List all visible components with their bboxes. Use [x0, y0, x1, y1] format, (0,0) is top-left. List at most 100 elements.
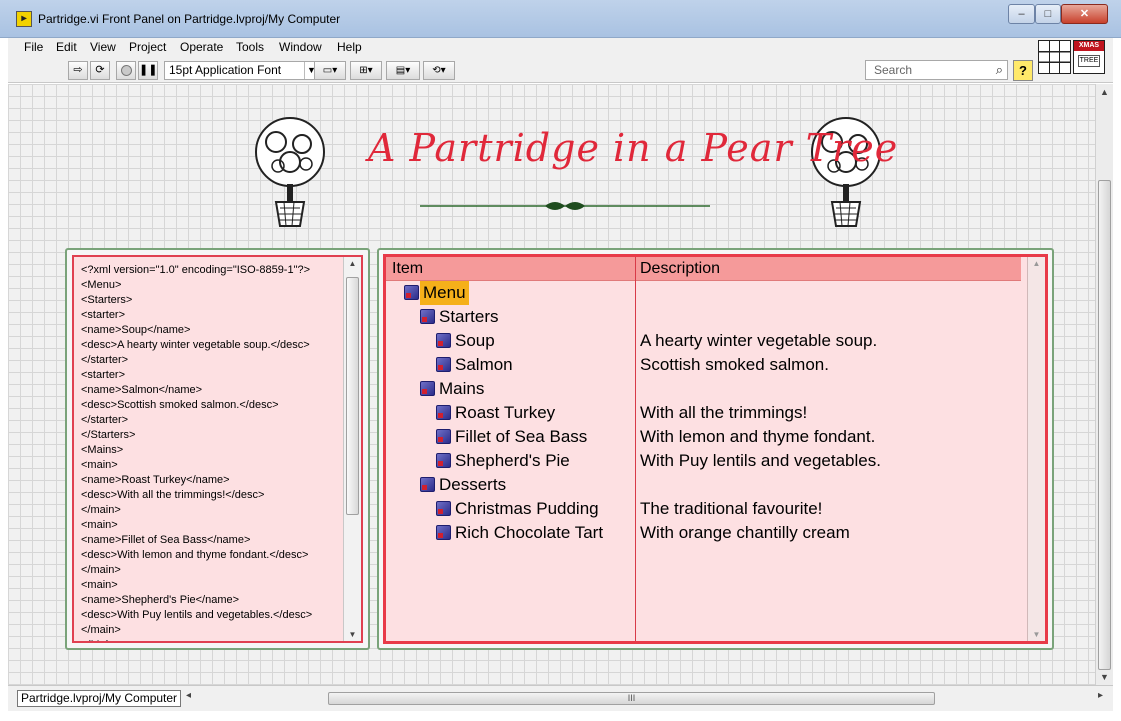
xml-line: <?xml version="1.0" encoding="ISO-8859-1…	[81, 264, 311, 276]
xml-line: <desc>With Puy lentils and vegetables.</…	[81, 609, 313, 621]
tree-item-label[interactable]: Shepherd's Pie	[452, 449, 573, 473]
tree-header: Item Description	[386, 257, 1021, 281]
tree-item-description: A hearty winter vegetable soup.	[640, 331, 878, 350]
tree-item-description: Scottish smoked salmon.	[640, 355, 829, 374]
tree-item-label[interactable]: Mains	[436, 377, 487, 401]
scroll-left-icon[interactable]: ◂	[186, 690, 191, 701]
font-select[interactable]: 15pt Application Font ▼	[164, 61, 319, 80]
tree-node-icon	[404, 285, 419, 300]
menu-view[interactable]: View	[87, 39, 119, 55]
tree-item-description: The traditional favourite!	[640, 499, 823, 518]
minimize-button[interactable]: –	[1008, 4, 1035, 24]
menu-window[interactable]: Window	[276, 39, 325, 55]
column-header-description[interactable]: Description	[640, 257, 720, 280]
menu-edit[interactable]: Edit	[53, 39, 80, 55]
xml-line: <name>Fillet of Sea Bass</name>	[81, 534, 251, 546]
xml-line: </Mains>	[81, 638, 312, 641]
tree-row[interactable]: Rich Chocolate Tart With orange chantilly…	[386, 521, 1021, 545]
connector-pane-icon[interactable]	[1038, 40, 1071, 74]
tree-row[interactable]: Fillet of Sea Bass With lemon and thyme f…	[386, 425, 1021, 449]
align-objects-icon[interactable]: ▭▾	[314, 61, 346, 80]
tree-item-label[interactable]: Salmon	[452, 353, 516, 377]
tree-row[interactable]: Christmas Pudding The traditional favouri…	[386, 497, 1021, 521]
xml-line: <desc>A hearty winter vegetable soup.</d…	[81, 339, 310, 351]
tree-row[interactable]: Shepherd's Pie With Puy lentils and veget…	[386, 449, 1021, 473]
search-icon[interactable]: ⌕	[996, 61, 1003, 79]
tree-item-label[interactable]: Fillet of Sea Bass	[452, 425, 590, 449]
tree-scrollbar[interactable]: ▲ ▼	[1027, 257, 1045, 641]
title-bar: ▸ Partridge.vi Front Panel on Partridge.…	[0, 0, 1121, 38]
pause-icon[interactable]: ❚❚	[138, 61, 158, 80]
tree-row[interactable]: Salmon Scottish smoked salmon.	[386, 353, 1021, 377]
tree-row[interactable]: Menu	[386, 281, 1021, 305]
tree-row[interactable]: Soup A hearty winter vegetable soup.	[386, 329, 1021, 353]
vi-icon[interactable]: XMAS TREE	[1073, 40, 1105, 74]
xml-line: <Starters>	[81, 294, 133, 306]
tree-row[interactable]: Starters	[386, 305, 1021, 329]
xml-line: <main>	[81, 579, 118, 591]
tree-item-label[interactable]: Desserts	[436, 473, 509, 497]
scroll-down-icon[interactable]: ▼	[344, 630, 361, 639]
panel-horizontal-scrollbar[interactable]: ◂ III ▸	[186, 690, 1103, 707]
column-header-item[interactable]: Item	[392, 257, 423, 280]
close-button[interactable]: ✕	[1061, 4, 1108, 24]
scroll-down-icon[interactable]: ▼	[1096, 669, 1113, 685]
pear-tree-icon	[255, 117, 325, 227]
scroll-up-icon[interactable]: ▲	[1028, 259, 1045, 268]
distribute-objects-icon[interactable]: ⊞▾	[350, 61, 382, 80]
menu-tools[interactable]: Tools	[233, 39, 267, 55]
scroll-thumb[interactable]	[1098, 180, 1111, 670]
abort-icon[interactable]	[116, 61, 136, 80]
scroll-thumb[interactable]	[346, 277, 359, 515]
tree-item-label[interactable]: Roast Turkey	[452, 401, 558, 425]
front-panel: A Partridge in a Pear Tree <?xml version…	[8, 84, 1095, 685]
scroll-right-icon[interactable]: ▸	[1098, 690, 1103, 701]
tree-node-icon	[420, 477, 435, 492]
xml-line: </main>	[81, 504, 121, 516]
tree-item-label[interactable]: Soup	[452, 329, 498, 353]
tree-item-label[interactable]: Starters	[436, 305, 502, 329]
menu-file[interactable]: File	[21, 39, 46, 55]
xml-line: <desc>With all the trimmings!</desc>	[81, 489, 265, 501]
tree-node-icon	[436, 501, 451, 516]
flourish-divider	[420, 202, 710, 210]
run-continuously-icon[interactable]: ⟳	[90, 61, 110, 80]
run-arrow-icon[interactable]: ⇨	[68, 61, 88, 80]
tree-item-description: With all the trimmings!	[640, 403, 808, 422]
xml-string-text[interactable]: <?xml version="1.0" encoding="ISO-8859-1…	[81, 263, 313, 641]
project-context-label[interactable]: Partridge.lvproj/My Computer	[17, 690, 182, 707]
search-input[interactable]: Search ⌕	[865, 60, 1008, 80]
xml-line: </Starters>	[81, 429, 136, 441]
xml-line: <name>Salmon</name>	[81, 384, 203, 396]
scroll-up-icon[interactable]: ▲	[1096, 84, 1113, 100]
xml-line: <desc>With lemon and thyme fondant.</des…	[81, 549, 309, 561]
xml-line: </starter>	[81, 354, 129, 366]
page-title: A Partridge in a Pear Tree	[368, 126, 899, 170]
xml-line: <starter>	[81, 309, 126, 321]
scroll-down-icon[interactable]: ▼	[1028, 630, 1045, 639]
scroll-up-icon[interactable]: ▲	[344, 259, 361, 268]
menu-help[interactable]: Help	[334, 39, 365, 55]
xml-string-control: <?xml version="1.0" encoding="ISO-8859-1…	[65, 248, 370, 650]
tree-row[interactable]: Roast Turkey With all the trimmings!	[386, 401, 1021, 425]
menu-project[interactable]: Project	[126, 39, 169, 55]
xml-string-box[interactable]: <?xml version="1.0" encoding="ISO-8859-1…	[72, 255, 363, 643]
tree-row[interactable]: Mains	[386, 377, 1021, 401]
maximize-button[interactable]: □	[1035, 4, 1061, 24]
xml-scrollbar[interactable]: ▲ ▼	[343, 257, 361, 641]
tree-item-description: With lemon and thyme fondant.	[640, 427, 876, 446]
menu-operate[interactable]: Operate	[177, 39, 226, 55]
context-help-button[interactable]: ?	[1013, 60, 1033, 81]
tree-item-label[interactable]: Christmas Pudding	[452, 497, 602, 521]
labview-app-icon: ▸	[16, 11, 32, 27]
xml-line: </starter>	[81, 414, 129, 426]
tree-row[interactable]: Desserts	[386, 473, 1021, 497]
tree-item-label[interactable]: Menu	[420, 281, 469, 305]
tree-item-label[interactable]: Rich Chocolate Tart	[452, 521, 606, 545]
panel-vertical-scrollbar[interactable]: ▲ ▼	[1095, 84, 1113, 685]
reorder-icon[interactable]: ⟲▾	[423, 61, 455, 80]
xml-line: <Mains>	[81, 444, 124, 456]
tree-body[interactable]: Item Description Menu Starters Soup A heart…	[383, 254, 1048, 644]
scroll-thumb[interactable]: III	[328, 692, 935, 705]
resize-objects-icon[interactable]: ▤▾	[386, 61, 420, 80]
